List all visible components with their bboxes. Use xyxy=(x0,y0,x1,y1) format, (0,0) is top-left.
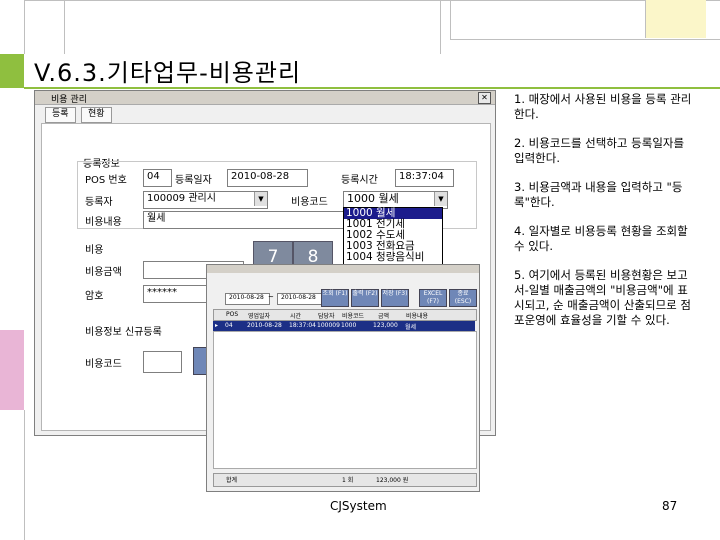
cost-code-label: 비용코드 xyxy=(291,197,328,208)
note-item: 1. 매장에서 사용된 비용을 등록 관리한다. xyxy=(514,92,692,121)
chevron-down-icon[interactable]: ▼ xyxy=(254,192,267,206)
date-to-field[interactable]: 2010-08-28 xyxy=(277,293,322,305)
col-header: 시간 xyxy=(290,313,302,320)
save-button[interactable]: 저장 (F3) xyxy=(381,289,409,307)
grid-footer: 합계 1 회 123,000 원 xyxy=(213,473,477,487)
cell: 04 xyxy=(225,322,233,329)
deco-line xyxy=(440,0,441,54)
pos-field[interactable]: 04 xyxy=(143,169,172,187)
deco-square xyxy=(0,410,25,540)
password-field[interactable]: ****** xyxy=(143,285,214,303)
footer-label: 합계 xyxy=(226,477,238,484)
cost-status-window: 2010-08-28 ~ 2010-08-28 조회 (F1) 출력 (F2) … xyxy=(206,264,480,492)
reg-date-field[interactable]: 2010-08-28 xyxy=(227,169,308,187)
deco-square-pink xyxy=(0,330,24,410)
pos-label: POS 번호 xyxy=(85,175,127,186)
deco-line xyxy=(64,0,65,54)
date-from-field[interactable]: 2010-08-28 xyxy=(225,293,270,305)
reg-time-field[interactable]: 18:37:04 xyxy=(395,169,454,187)
footer-amount: 123,000 원 xyxy=(376,477,409,484)
registrar-label: 등록자 xyxy=(85,197,113,208)
excel-button[interactable]: EXCEL (F7) xyxy=(419,289,447,307)
footer-company: CJSystem xyxy=(330,499,387,513)
cost-code-value: 1000 월세 xyxy=(347,192,399,205)
grid-body xyxy=(213,331,477,469)
cost-code-dropdown-list: 1000 월세 1001 전기세 1002 수도세 1003 전화요금 1004… xyxy=(343,207,443,266)
date-range-separator: ~ xyxy=(268,293,274,301)
print-button[interactable]: 출력 (F2) xyxy=(351,289,379,307)
cell: 2010-08-28 xyxy=(247,322,282,329)
title-rule xyxy=(24,87,720,89)
page-number: 87 xyxy=(662,499,678,513)
window-titlebar: 비용 관리 ✕ xyxy=(35,91,495,105)
grid-header: POS 영업일자 시간 담당자 비용코드 금액 비용내용 xyxy=(213,309,477,321)
cell: 123,000 xyxy=(373,322,398,329)
chevron-down-icon[interactable]: ▼ xyxy=(434,192,447,206)
window-title: 비용 관리 xyxy=(51,95,87,105)
note-item: 4. 일자별로 비용등록 현황을 조회할 수 있다. xyxy=(514,224,688,253)
col-header: 담당자 xyxy=(318,313,335,320)
password-label: 암호 xyxy=(85,291,104,302)
table-row[interactable]: ▸ 04 2010-08-28 18:37:04 100009 1000 123… xyxy=(213,321,475,331)
cost-code2-field[interactable] xyxy=(143,351,182,373)
dropdown-item[interactable]: 1004 청량음식비 xyxy=(344,252,442,263)
registrar-value: 100009 관리시 xyxy=(147,193,216,204)
note-item: 2. 비용코드를 선택하고 등록일자를 입력한다. xyxy=(514,136,685,165)
cost-content-label: 비용내용 xyxy=(85,217,122,228)
col-header: 비용코드 xyxy=(342,313,365,320)
cell: 18:37:04 xyxy=(289,322,316,329)
cell: 월세 xyxy=(405,324,417,331)
close-icon[interactable]: ✕ xyxy=(478,92,491,104)
cost-section-label: 비용 xyxy=(85,245,104,256)
deco-box xyxy=(450,0,720,40)
col-header: 영업일자 xyxy=(248,313,271,320)
cell: 100009 xyxy=(317,322,340,329)
footer-count: 1 회 xyxy=(342,477,354,484)
cost-content-field[interactable]: 월세 xyxy=(143,211,344,229)
exit-button[interactable]: 종료 (ESC) xyxy=(449,289,477,307)
reg-time-label: 등록시간 xyxy=(341,175,378,186)
overlay-titlebar xyxy=(207,265,479,273)
row-pointer-icon: ▸ xyxy=(215,322,219,329)
col-header: 금액 xyxy=(378,313,390,320)
col-header: POS xyxy=(226,311,239,318)
deco-square-green xyxy=(0,54,24,88)
search-button[interactable]: 조회 (F1) xyxy=(321,289,349,307)
deco-square-yellow xyxy=(645,0,706,38)
col-header: 비용내용 xyxy=(406,313,429,320)
cost-amount-label: 비용금액 xyxy=(85,267,122,278)
tab-register[interactable]: 등록 xyxy=(45,107,76,123)
tab-status[interactable]: 현황 xyxy=(81,107,112,123)
cost-info-label: 비용정보 신규등록 xyxy=(85,327,162,338)
cell: 1000 xyxy=(341,322,357,329)
slide-title: V.6.3.기타업무-비용관리 xyxy=(34,59,302,87)
note-item: 3. 비용금액과 내용을 입력하고 "등록"한다. xyxy=(514,180,683,209)
deco-square xyxy=(0,0,25,54)
cost-code2-label: 비용코드 xyxy=(85,359,122,370)
registrar-field[interactable]: 100009 관리시 ▼ xyxy=(143,191,268,209)
note-item: 5. 여기에서 등록된 비용현황은 보고서-일별 매출금액의 "비용금액"에 표… xyxy=(514,268,691,327)
left-decoration xyxy=(0,0,25,540)
notes-list: 1. 매장에서 사용된 비용을 등록 관리한다. 2. 비용코드를 선택하고 등… xyxy=(514,92,694,342)
reg-date-label: 등록일자 xyxy=(175,175,212,186)
